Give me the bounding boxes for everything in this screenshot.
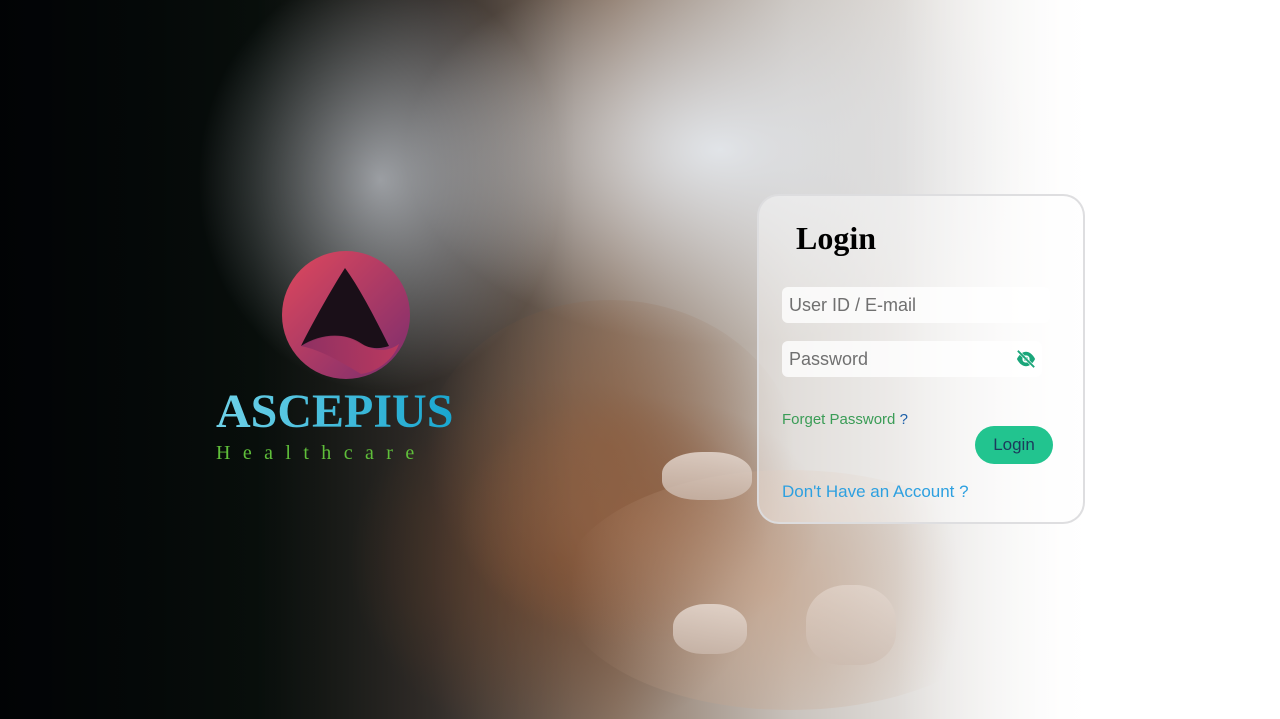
brand-logo: ASCEPIUS Healthcare bbox=[214, 250, 476, 470]
password-input[interactable] bbox=[782, 341, 1042, 377]
forgot-password-question-mark: ? bbox=[899, 411, 908, 428]
background-shade bbox=[0, 0, 1280, 719]
user-id-input[interactable] bbox=[782, 287, 1050, 323]
brand-name: ASCEPIUS bbox=[216, 385, 454, 438]
login-title: Login bbox=[796, 220, 877, 256]
login-card: Login Forget Password ? Login Don't Have… bbox=[757, 194, 1085, 524]
brand-tagline: Healthcare bbox=[216, 442, 427, 464]
forgot-password-link[interactable]: Forget Password ? bbox=[782, 411, 908, 428]
login-button[interactable]: Login bbox=[975, 426, 1053, 464]
forgot-password-label: Forget Password bbox=[782, 411, 896, 428]
signup-link[interactable]: Don't Have an Account ? bbox=[782, 482, 969, 502]
login-page: ASCEPIUS Healthcare Login Forget Passwor… bbox=[0, 0, 1280, 719]
user-id-field[interactable] bbox=[782, 287, 1050, 323]
eye-off-icon[interactable] bbox=[1015, 349, 1037, 369]
password-field[interactable] bbox=[782, 341, 1042, 377]
brand-logo-mark-icon bbox=[282, 251, 410, 379]
